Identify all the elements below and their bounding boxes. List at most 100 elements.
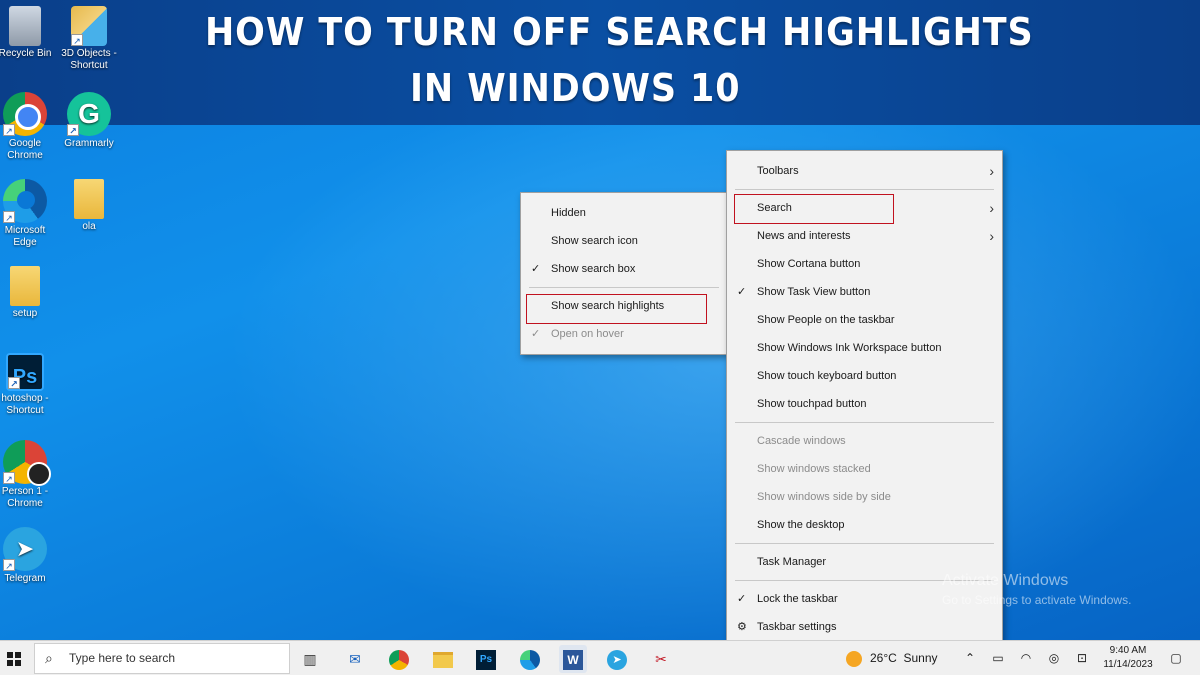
menu-item-show-people[interactable]: Show People on the taskbar [727, 306, 1002, 334]
menu-item-label: Show Cortana button [757, 258, 861, 270]
banner-title-line2: IN WINDOWS 10 [410, 66, 741, 110]
highlight-box-search-highlights [526, 294, 707, 324]
desktop-icon-label: Grammarly [64, 138, 114, 149]
menu-item-label: Show Windows Ink Workspace button [757, 342, 942, 354]
menu-item-show-windows-ink[interactable]: Show Windows Ink Workspace button [727, 334, 1002, 362]
taskbar: ⌕ Type here to search ▥ ✉ Ps W ➤ ✂ 26°C … [0, 640, 1200, 675]
photoshop-icon: Ps ↗ [6, 353, 44, 391]
desktop-icon-label: 3D Objects - Shortcut [61, 48, 117, 71]
battery-icon[interactable]: ▭ [988, 641, 1008, 675]
desktop-icon-label: Person 1 - Chrome [1, 486, 49, 509]
menu-item-label: Show touchpad button [757, 398, 867, 410]
menu-item-show-desktop[interactable]: Show the desktop [727, 511, 1002, 539]
menu-item-label: Hidden [551, 207, 586, 219]
menu-item-windows-side-by-side: Show windows side by side [727, 483, 1002, 511]
search-placeholder: Type here to search [69, 651, 176, 665]
photoshop-icon[interactable]: Ps [472, 645, 500, 673]
chevron-up-icon[interactable]: ⌃ [960, 641, 980, 675]
menu-item-label: Task Manager [757, 556, 827, 568]
desktop-icon-3d-objects[interactable]: ↗ 3D Objects - Shortcut [56, 6, 122, 72]
desktop-icon-grammarly[interactable]: G ↗ Grammarly [56, 92, 122, 150]
weather-widget[interactable]: 26°C Sunny [846, 641, 938, 675]
menu-item-taskbar-settings[interactable]: ⚙ Taskbar settings [727, 613, 1002, 641]
check-icon: ✓ [737, 593, 747, 605]
shortcut-arrow-icon: ↗ [67, 124, 79, 136]
watermark-subtitle: Go to Settings to activate Windows. [942, 593, 1132, 607]
menu-item-label: Show windows stacked [757, 463, 871, 475]
mail-icon[interactable]: ✉ [341, 645, 369, 673]
gear-icon: ⚙ [737, 621, 747, 633]
chrome-icon: ↗ [3, 92, 47, 136]
menu-item-windows-stacked: Show windows stacked [727, 455, 1002, 483]
shortcut-arrow-icon: ↗ [3, 559, 15, 571]
grammarly-icon: G ↗ [67, 92, 111, 136]
clock-date: 11/14/2023 [1103, 659, 1153, 670]
notification-icon[interactable]: ▢ [1164, 641, 1188, 675]
start-button[interactable] [0, 641, 28, 675]
shortcut-arrow-icon: ↗ [3, 472, 15, 484]
desktop-icon-setup[interactable]: setup [0, 266, 58, 320]
check-icon: ✓ [531, 263, 541, 275]
desktop-icon-label: ola [82, 221, 96, 232]
telegram-icon: ➤ ↗ [3, 527, 47, 571]
menu-item-show-touchpad[interactable]: Show touchpad button [727, 390, 1002, 418]
wifi-icon[interactable]: ◠ [1016, 641, 1036, 675]
menu-item-show-search-icon[interactable]: Show search icon [521, 227, 727, 255]
desktop-icon-label: hotoshop - Shortcut [1, 393, 49, 416]
check-icon: ✓ [737, 286, 747, 298]
folder-icon [74, 179, 104, 219]
menu-item-label: Show search icon [551, 235, 638, 247]
desktop-icon-recycle-bin[interactable]: Recycle Bin [0, 6, 58, 60]
desktop-icon-label: setup [12, 308, 38, 319]
menu-item-label: Show search box [551, 263, 636, 275]
windows-logo-icon [7, 652, 21, 666]
menu-item-show-touch-keyboard[interactable]: Show touch keyboard button [727, 362, 1002, 390]
menu-item-label: Show People on the taskbar [757, 314, 895, 326]
snipping-tool-icon[interactable]: ✂ [647, 645, 675, 673]
menu-item-show-cortana-button[interactable]: Show Cortana button [727, 250, 1002, 278]
menu-separator [735, 422, 994, 423]
desktop-icon-edge[interactable]: ↗ Microsoft Edge [0, 179, 58, 249]
task-view-icon[interactable]: ▥ [296, 645, 324, 673]
word-icon[interactable]: W [559, 645, 587, 673]
system-clock[interactable]: 9:40 AM 11/14/2023 [1096, 644, 1160, 672]
menu-item-label: Lock the taskbar [757, 593, 838, 605]
desktop-icon-person-chrome[interactable]: ↗ Person 1 - Chrome [0, 440, 58, 510]
shortcut-arrow-icon: ↗ [8, 377, 20, 389]
desktop-icon-ola[interactable]: ola [56, 179, 122, 233]
menu-item-news-and-interests[interactable]: News and interests › [727, 222, 1002, 250]
title-banner: HOW TO TURN OFF SEARCH HIGHLIGHTS IN WIN… [0, 0, 1200, 125]
recycle-bin-icon [9, 6, 41, 46]
network-icon[interactable]: ⊡ [1072, 641, 1092, 675]
taskbar-search-box[interactable]: ⌕ Type here to search [34, 643, 290, 674]
folder-icon [10, 266, 40, 306]
desktop-icon-label: Google Chrome [7, 138, 43, 161]
file-explorer-icon[interactable] [429, 645, 457, 673]
shortcut-arrow-icon: ↗ [3, 211, 15, 223]
menu-item-label: Show touch keyboard button [757, 370, 897, 382]
desktop-icon-telegram[interactable]: ➤ ↗ Telegram [0, 527, 58, 585]
watermark-title: Activate Windows [942, 572, 1069, 589]
desktop-icon-chrome[interactable]: ↗ Google Chrome [0, 92, 58, 162]
menu-item-show-task-view-button[interactable]: ✓ Show Task View button [727, 278, 1002, 306]
menu-separator [735, 189, 994, 190]
shortcut-arrow-icon: ↗ [3, 124, 15, 136]
search-icon: ⌕ [45, 650, 53, 666]
desktop-icon-photoshop[interactable]: Ps ↗ hotoshop - Shortcut [0, 353, 58, 417]
menu-item-hidden[interactable]: Hidden [521, 199, 727, 227]
banner-title-line1: HOW TO TURN OFF SEARCH HIGHLIGHTS [205, 10, 1034, 54]
menu-item-label: Open on hover [551, 328, 624, 340]
menu-item-show-search-box[interactable]: ✓ Show search box [521, 255, 727, 283]
menu-item-label: Cascade windows [757, 435, 846, 447]
menu-item-label: Show Task View button [757, 286, 871, 298]
menu-item-label: News and interests [757, 230, 851, 242]
telegram-icon[interactable]: ➤ [603, 645, 631, 673]
weather-temp: 26°C [870, 651, 897, 665]
webcam-icon[interactable]: ◎ [1044, 641, 1064, 675]
search-submenu: Hidden Show search icon ✓ Show search bo… [520, 192, 728, 355]
edge-icon[interactable] [516, 645, 544, 673]
menu-item-toolbars[interactable]: Toolbars › [727, 157, 1002, 185]
sun-icon [846, 650, 862, 667]
chrome-icon[interactable] [385, 645, 413, 673]
edge-icon: ↗ [3, 179, 47, 223]
